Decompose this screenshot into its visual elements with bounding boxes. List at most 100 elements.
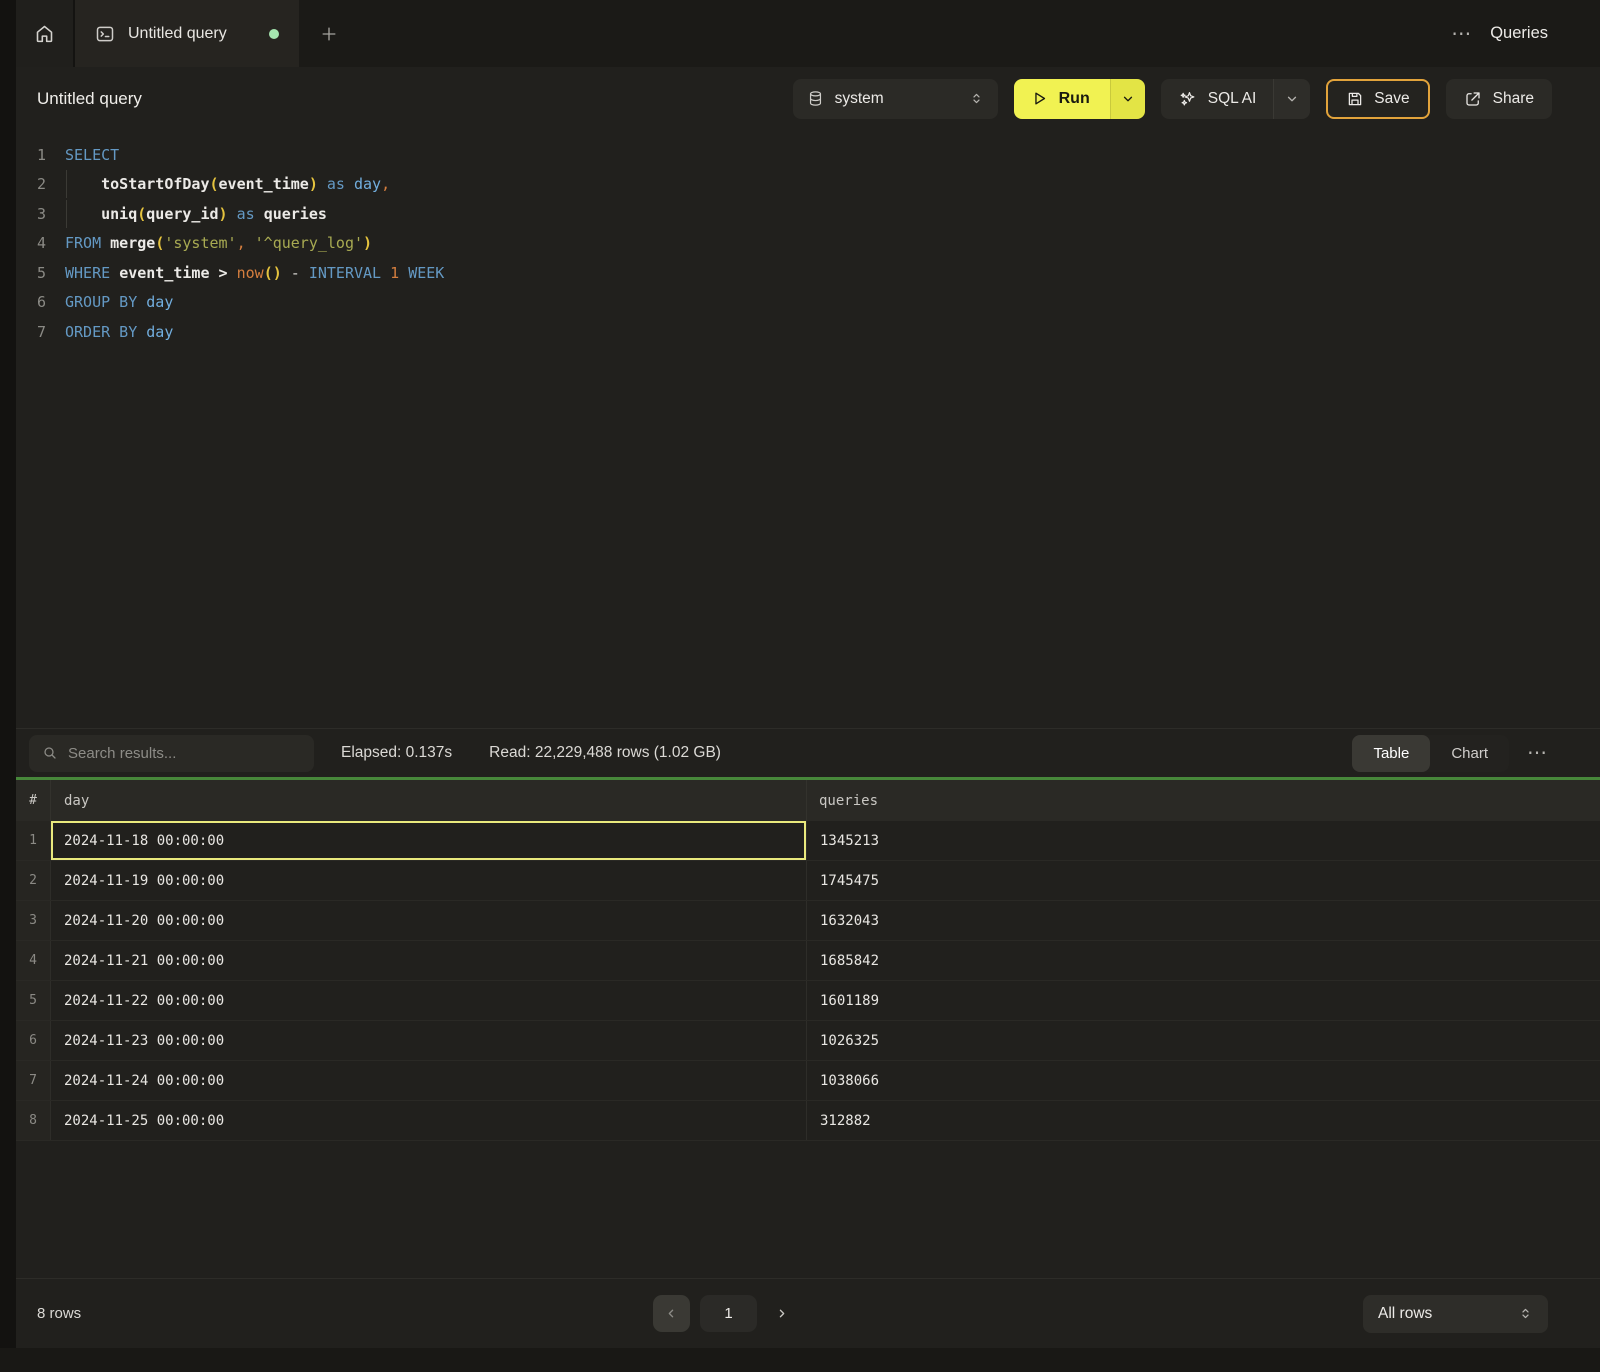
sql-ai-label: SQL AI <box>1208 90 1257 108</box>
code-line[interactable]: 4 FROM merge('system', '^query_log') <box>16 229 1600 259</box>
next-page-button[interactable] <box>767 1307 788 1320</box>
rows-per-page-select[interactable]: All rows <box>1363 1295 1548 1333</box>
run-button[interactable]: Run <box>1014 79 1110 119</box>
chevron-down-icon <box>1121 92 1135 106</box>
cell-queries[interactable]: 1685842 <box>806 941 1600 980</box>
cell-queries[interactable]: 1745475 <box>806 861 1600 900</box>
column-header-queries[interactable]: queries <box>806 780 1600 821</box>
elapsed-stat: Elapsed: 0.137s <box>341 744 452 762</box>
row-number[interactable]: 8 <box>16 1101 50 1140</box>
cell-queries[interactable]: 1038066 <box>806 1061 1600 1100</box>
chevron-up-down-icon <box>1518 1306 1533 1321</box>
cell-day[interactable]: 2024-11-22 00:00:00 <box>50 981 806 1020</box>
table-row: 22024-11-19 00:00:001745475 <box>16 861 1600 901</box>
chevron-left-icon <box>665 1307 678 1320</box>
share-button-label: Share <box>1493 90 1534 108</box>
results-table: # day queries 12024-11-18 00:00:00134521… <box>16 780 1600 1141</box>
table-row: 12024-11-18 00:00:001345213 <box>16 821 1600 861</box>
cell-day[interactable]: 2024-11-25 00:00:00 <box>50 1101 806 1140</box>
chart-view-tab[interactable]: Chart <box>1430 735 1509 772</box>
row-number-header: # <box>16 780 50 821</box>
row-number[interactable]: 1 <box>16 821 50 860</box>
code-line[interactable]: 6GROUP BY day <box>16 288 1600 318</box>
search-input[interactable] <box>68 745 301 762</box>
database-select[interactable]: system <box>793 79 998 119</box>
sql-ai-button[interactable]: SQL AI <box>1161 79 1274 119</box>
code-text: GROUP BY day <box>65 293 173 311</box>
current-page-button[interactable]: 1 <box>700 1295 757 1332</box>
sql-ai-options-button[interactable] <box>1273 79 1310 119</box>
save-icon <box>1346 90 1364 108</box>
queries-button[interactable]: Queries <box>1490 24 1548 43</box>
chevron-up-down-icon <box>969 91 984 106</box>
cell-queries[interactable]: 1601189 <box>806 981 1600 1020</box>
cell-day[interactable]: 2024-11-19 00:00:00 <box>50 861 806 900</box>
plus-icon <box>319 24 339 44</box>
share-icon <box>1464 90 1482 108</box>
row-number[interactable]: 7 <box>16 1061 50 1100</box>
search-icon <box>42 745 58 761</box>
new-tab-button[interactable] <box>299 0 359 67</box>
sql-editor[interactable]: 1SELECT2 toStartOfDay(event_time) as day… <box>16 130 1600 728</box>
play-icon <box>1031 90 1048 107</box>
tab-bar: Untitled query ⋯ Queries <box>16 0 1600 67</box>
terminal-icon <box>95 24 115 44</box>
code-line[interactable]: 2 toStartOfDay(event_time) as day, <box>16 170 1600 200</box>
cell-day[interactable]: 2024-11-20 00:00:00 <box>50 901 806 940</box>
results-toolbar: Elapsed: 0.137s Read: 22,229,488 rows (1… <box>16 728 1600 777</box>
results-footer: 8 rows 1 All rows <box>16 1278 1600 1348</box>
indent-guide <box>66 170 67 198</box>
save-button[interactable]: Save <box>1326 79 1429 119</box>
table-row: 62024-11-23 00:00:001026325 <box>16 1021 1600 1061</box>
share-button[interactable]: Share <box>1446 79 1552 119</box>
query-header: Untitled query system Run <box>16 67 1600 130</box>
code-text: SELECT <box>65 146 119 164</box>
home-button[interactable] <box>16 0 75 67</box>
cell-day[interactable]: 2024-11-24 00:00:00 <box>50 1061 806 1100</box>
results-search-box[interactable] <box>29 735 314 772</box>
line-number: 7 <box>16 323 46 341</box>
table-view-tab[interactable]: Table <box>1352 735 1430 772</box>
table-header-row: # day queries <box>16 780 1600 821</box>
code-text: ORDER BY day <box>65 323 173 341</box>
cell-day[interactable]: 2024-11-18 00:00:00 <box>50 821 806 860</box>
cell-queries[interactable]: 1632043 <box>806 901 1600 940</box>
row-number[interactable]: 5 <box>16 981 50 1020</box>
code-line[interactable]: 5WHERE event_time > now() - INTERVAL 1 W… <box>16 258 1600 288</box>
cell-day[interactable]: 2024-11-23 00:00:00 <box>50 1021 806 1060</box>
row-number[interactable]: 2 <box>16 861 50 900</box>
line-number: 5 <box>16 264 46 282</box>
results-options-ellipsis-icon[interactable]: ⋯ <box>1527 743 1548 763</box>
previous-page-button[interactable] <box>653 1295 690 1332</box>
tab-untitled-query[interactable]: Untitled query <box>75 0 299 67</box>
row-count-label: 8 rows <box>37 1305 81 1322</box>
run-options-button[interactable] <box>1110 79 1145 119</box>
row-number[interactable]: 3 <box>16 901 50 940</box>
sql-ai-button-group: SQL AI <box>1161 79 1311 119</box>
run-button-label: Run <box>1059 90 1090 108</box>
line-number: 4 <box>16 234 46 252</box>
column-header-day[interactable]: day <box>50 780 806 821</box>
home-icon <box>34 23 55 44</box>
code-line[interactable]: 3 uniq(query_id) as queries <box>16 199 1600 229</box>
header-actions: system Run SQL AI <box>793 79 1552 119</box>
code-text: FROM merge('system', '^query_log') <box>65 234 372 252</box>
code-line[interactable]: 1SELECT <box>16 140 1600 170</box>
window-bottom-edge <box>0 1348 1600 1372</box>
chevron-right-icon <box>775 1307 788 1320</box>
code-text: toStartOfDay(event_time) as day, <box>65 175 390 193</box>
row-number[interactable]: 4 <box>16 941 50 980</box>
tab-options-ellipsis-icon[interactable]: ⋯ <box>1451 24 1472 44</box>
database-icon <box>807 90 824 107</box>
unsaved-indicator-dot <box>269 29 279 39</box>
cell-queries[interactable]: 1026325 <box>806 1021 1600 1060</box>
cell-queries[interactable]: 312882 <box>806 1101 1600 1140</box>
row-number[interactable]: 6 <box>16 1021 50 1060</box>
code-text: uniq(query_id) as queries <box>65 205 327 223</box>
line-number: 2 <box>16 175 46 193</box>
sparkles-icon <box>1178 89 1197 108</box>
cell-day[interactable]: 2024-11-21 00:00:00 <box>50 941 806 980</box>
save-button-label: Save <box>1374 90 1409 108</box>
code-line[interactable]: 7 ORDER BY day <box>16 317 1600 347</box>
cell-queries[interactable]: 1345213 <box>806 821 1600 860</box>
